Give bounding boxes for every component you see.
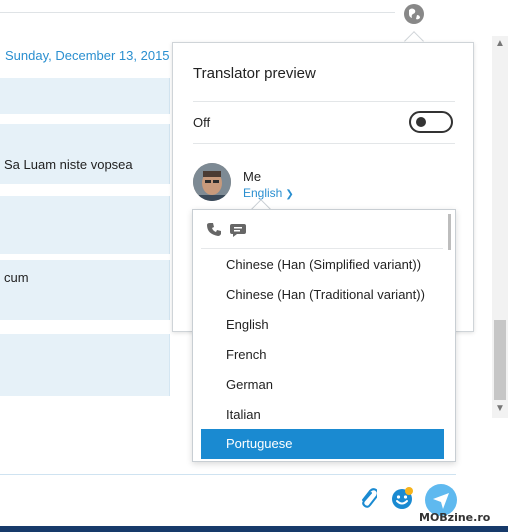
- divider: [201, 248, 443, 249]
- language-option[interactable]: Italian: [201, 400, 444, 430]
- toggle-knob: [416, 117, 426, 127]
- message-bubble: [0, 196, 170, 254]
- message-bubble: Sa Luam niste vopsea: [0, 124, 170, 184]
- translator-toggle[interactable]: [409, 111, 453, 133]
- language-select[interactable]: English ❯: [243, 186, 294, 200]
- conversation-scrollbar[interactable]: ▲ ▼: [492, 36, 508, 418]
- top-divider: [0, 12, 395, 13]
- phone-icon[interactable]: [207, 222, 223, 238]
- emoticon-icon[interactable]: [390, 487, 414, 516]
- paperclip-icon[interactable]: [359, 488, 379, 515]
- composer-divider: [0, 474, 456, 475]
- scrollbar-thumb[interactable]: [494, 320, 506, 400]
- participant-name: Me: [243, 169, 262, 184]
- language-dropdown: Chinese (Han (Simplified variant)) Chine…: [192, 209, 456, 462]
- message-bubble: cum: [0, 260, 170, 320]
- message-text: cum: [4, 270, 29, 285]
- language-option[interactable]: French: [201, 340, 444, 370]
- translator-globe-icon[interactable]: [402, 2, 426, 26]
- scroll-up-icon[interactable]: ▲: [492, 38, 508, 49]
- chevron-down-icon: ❯: [285, 189, 294, 200]
- message-text: Sa Luam niste vopsea: [4, 157, 133, 172]
- language-option[interactable]: English: [201, 310, 444, 340]
- toggle-label: Off: [193, 115, 211, 130]
- dropdown-scrollbar[interactable]: [448, 214, 451, 250]
- language-select-value: English: [243, 186, 283, 200]
- message-bubble: [0, 334, 170, 396]
- avatar: [193, 163, 231, 201]
- language-option[interactable]: Chinese (Han (Traditional variant)): [201, 280, 444, 310]
- language-option[interactable]: Chinese (Han (Simplified variant)): [201, 250, 444, 280]
- divider: [193, 143, 455, 144]
- language-option-selected[interactable]: Portuguese: [201, 429, 444, 459]
- message-bubble: [0, 78, 170, 114]
- taskbar-strip: [0, 526, 508, 532]
- chat-bubble-icon[interactable]: [229, 222, 247, 238]
- panel-title: Translator preview: [193, 65, 316, 82]
- language-option[interactable]: German: [201, 370, 444, 400]
- scroll-down-icon[interactable]: ▼: [492, 403, 508, 414]
- watermark: MOBzine.ro: [419, 511, 491, 524]
- conversation-date: Sunday, December 13, 2015: [5, 48, 170, 63]
- divider: [193, 101, 455, 102]
